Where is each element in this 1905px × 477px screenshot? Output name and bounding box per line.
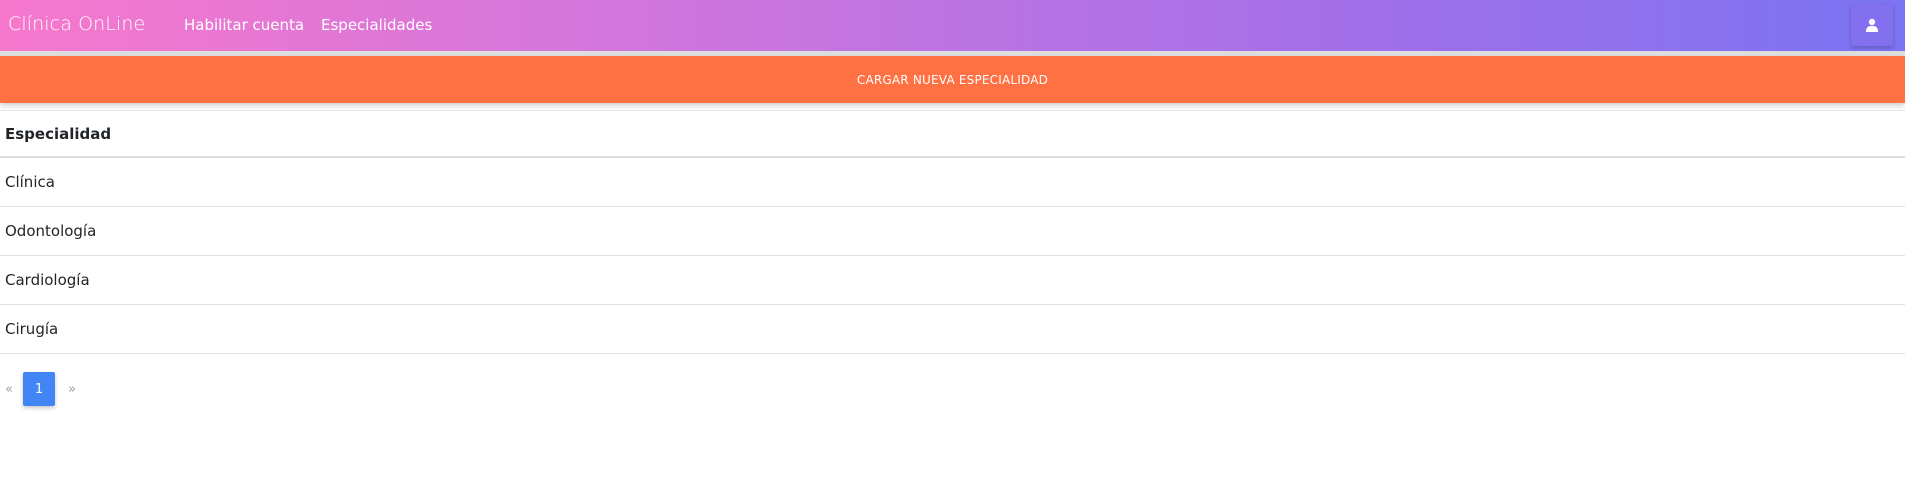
pagination-page-1-button[interactable]: 1 — [23, 372, 55, 406]
user-menu-button[interactable] — [1851, 4, 1893, 46]
nav-link-habilitar-cuenta[interactable]: Habilitar cuenta — [184, 16, 304, 34]
table-header-especialidad: Especialidad — [0, 110, 1905, 158]
navbar: Clínica OnLine Habilitar cuenta Especial… — [0, 0, 1905, 51]
table-row: Odontología — [0, 207, 1905, 256]
table-row: Cardiología — [0, 256, 1905, 305]
brand-link[interactable]: Clínica OnLine — [8, 13, 145, 35]
especialidades-table: Especialidad Clínica Odontología Cardiol… — [0, 110, 1905, 354]
pagination: « 1 » — [0, 372, 81, 406]
pagination-next-button[interactable]: » — [63, 382, 81, 397]
cargar-nueva-especialidad-button[interactable]: CARGAR NUEVA ESPECIALIDAD — [0, 56, 1905, 103]
user-icon — [1865, 18, 1879, 32]
table-row: Cirugía — [0, 305, 1905, 354]
pagination-prev-button[interactable]: « — [0, 382, 18, 397]
cargar-nueva-especialidad-label: CARGAR NUEVA ESPECIALIDAD — [856, 72, 1049, 87]
table-row: Clínica — [0, 158, 1905, 207]
nav-link-especialidades[interactable]: Especialidades — [321, 16, 432, 34]
